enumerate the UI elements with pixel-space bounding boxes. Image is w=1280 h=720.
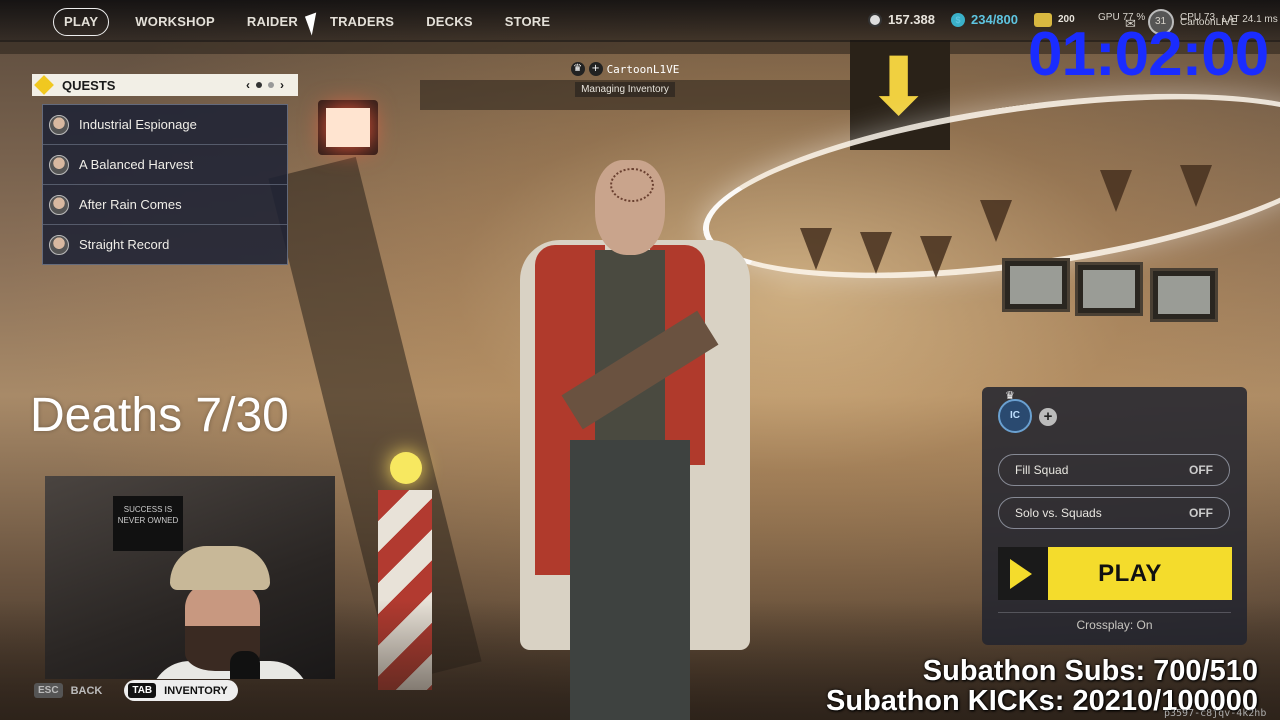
quest-giver-avatar [49, 234, 69, 255]
bunting-flag [800, 228, 832, 270]
streamer [150, 546, 310, 679]
page-dot-active [256, 82, 262, 88]
page-dot [268, 82, 274, 88]
quest-diamond-icon [34, 75, 54, 95]
player-tag-row: ♛ + CartoonL1VE [566, 62, 684, 76]
character-head [595, 160, 665, 255]
deaths-counter: Deaths 7/30 [30, 389, 289, 442]
tab-key: TAB [128, 683, 157, 698]
nav-traders[interactable]: TRADERS [314, 9, 410, 35]
key-hints: ESC BACK TAB INVENTORY [34, 680, 238, 701]
play-panel: IC ♛ + Fill Squad OFF Solo vs. Squads OF… [982, 387, 1247, 645]
coins-value: 157.388 [888, 12, 935, 27]
streamer-cap [170, 546, 270, 590]
raider-token-icon: $ [951, 12, 965, 27]
quest-item[interactable]: Industrial Espionage [43, 105, 287, 145]
player-status: Managing Inventory [575, 82, 675, 97]
yellow-bulb [390, 452, 422, 484]
chevron-right-icon[interactable]: › [280, 78, 284, 92]
microphone [230, 651, 260, 679]
stream-timer: 01:02:00 [1028, 20, 1269, 89]
crt-monitor [1150, 268, 1218, 322]
quest-giver-avatar [49, 194, 69, 215]
quest-giver-avatar [49, 154, 69, 175]
nav-workshop[interactable]: WORKSHOP [119, 9, 231, 35]
bunting-flag [980, 200, 1012, 242]
fill-squad-label: Fill Squad [1015, 463, 1069, 477]
subathon-subs: Subathon Subs: 700/510 [922, 655, 1258, 687]
quests-panel: QUESTS ‹ › Industrial Espionage A Balanc… [32, 74, 298, 274]
solo-vs-squads-label: Solo vs. Squads [1015, 506, 1102, 520]
crossplay-status: Crossplay: On [1076, 618, 1153, 632]
quest-title: Straight Record [79, 237, 170, 252]
nav-raider[interactable]: RAIDER [231, 9, 314, 35]
quests-header: QUESTS ‹ › [32, 74, 298, 96]
solo-vs-squads-toggle[interactable]: Solo vs. Squads OFF [998, 497, 1230, 529]
inventory-label: INVENTORY [164, 684, 228, 697]
nav-play[interactable]: PLAY [53, 8, 110, 36]
crown-icon: ♛ [570, 62, 585, 76]
quest-giver-avatar [49, 114, 69, 135]
plus-icon[interactable]: + [588, 62, 603, 76]
panel-divider [998, 612, 1231, 613]
quest-list: Industrial Espionage A Balanced Harvest … [42, 104, 288, 265]
play-chevron-icon [998, 547, 1048, 600]
player-tag-name: CartoonL1VE [606, 62, 680, 76]
quests-title: QUESTS [62, 77, 116, 93]
player-character [500, 150, 770, 720]
quest-item[interactable]: A Balanced Harvest [43, 145, 287, 185]
character-legs [570, 440, 690, 720]
add-squad-member-button[interactable]: + [1039, 408, 1057, 426]
wall-poster: SUCCESS IS NEVER OWNED [113, 496, 183, 551]
chevron-left-icon[interactable]: ‹ [246, 78, 250, 92]
bunting-flag [920, 236, 952, 278]
quest-title: Industrial Espionage [79, 117, 197, 132]
solo-vs-squads-value: OFF [1189, 506, 1213, 520]
quest-item[interactable]: After Rain Comes [43, 185, 287, 225]
nav-store[interactable]: STORE [489, 9, 567, 35]
back-label[interactable]: BACK [71, 685, 103, 697]
bunting-flag [860, 232, 892, 274]
quest-item[interactable]: Straight Record [43, 225, 287, 264]
fill-squad-value: OFF [1189, 463, 1213, 477]
esc-key: ESC [34, 683, 63, 698]
leader-crown-icon: ♛ [1005, 389, 1015, 402]
bunting-flag [1100, 170, 1132, 212]
play-button[interactable]: PLAY [998, 547, 1232, 600]
quests-pager: ‹ › [246, 78, 284, 92]
webcam-overlay: SUCCESS IS NEVER OWNED [45, 476, 335, 679]
coins-stat: 157.388 [868, 12, 935, 27]
play-button-label: PLAY [1098, 559, 1162, 587]
crt-monitor [1075, 262, 1143, 316]
raider-tokens-value: 234/800 [971, 12, 1018, 27]
raider-tokens-stat: $ 234/800 [951, 12, 1018, 27]
player-tag: ♛ + CartoonL1VE Managing Inventory [566, 62, 684, 97]
inventory-hint[interactable]: TAB INVENTORY [124, 680, 238, 701]
quest-title: After Rain Comes [79, 197, 182, 212]
room-code: p3597-c8jqv-4k2hb [1164, 708, 1267, 719]
crt-monitor [1002, 258, 1070, 312]
quest-title: A Balanced Harvest [79, 157, 194, 172]
coin-icon [868, 12, 882, 27]
bunting-flag [1180, 165, 1212, 207]
squad-badge: IC [998, 399, 1032, 433]
nav-decks[interactable]: DECKS [410, 9, 489, 35]
fill-squad-toggle[interactable]: Fill Squad OFF [998, 454, 1230, 486]
warning-lamp [318, 100, 378, 155]
